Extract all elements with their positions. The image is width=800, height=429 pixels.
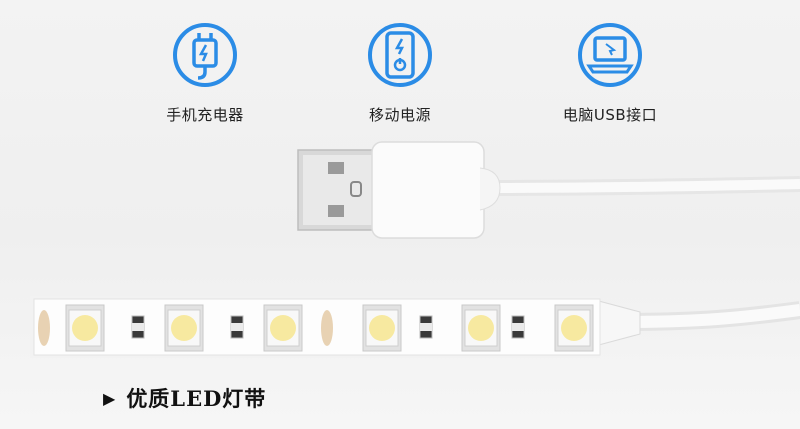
caption-text: 优质LED灯带	[126, 386, 267, 411]
product-image	[30, 141, 800, 358]
led-chip	[65, 304, 105, 352]
led-strip	[30, 296, 601, 358]
usb-connector	[297, 141, 501, 239]
led-chip	[263, 304, 303, 352]
resistor	[131, 315, 145, 339]
usb-cable	[479, 176, 800, 196]
solder-pad	[321, 310, 333, 346]
caption: ▶ 优质LED灯带	[103, 383, 266, 413]
led-chip	[164, 304, 204, 352]
led-chip	[461, 304, 501, 352]
led-chip	[362, 304, 402, 352]
led-chip	[554, 304, 594, 352]
resistor	[419, 315, 433, 339]
resistor	[511, 315, 525, 339]
strip-cable	[594, 299, 800, 347]
solder-pad	[38, 310, 50, 346]
resistor	[230, 315, 244, 339]
caption-arrow-icon: ▶	[103, 389, 117, 408]
